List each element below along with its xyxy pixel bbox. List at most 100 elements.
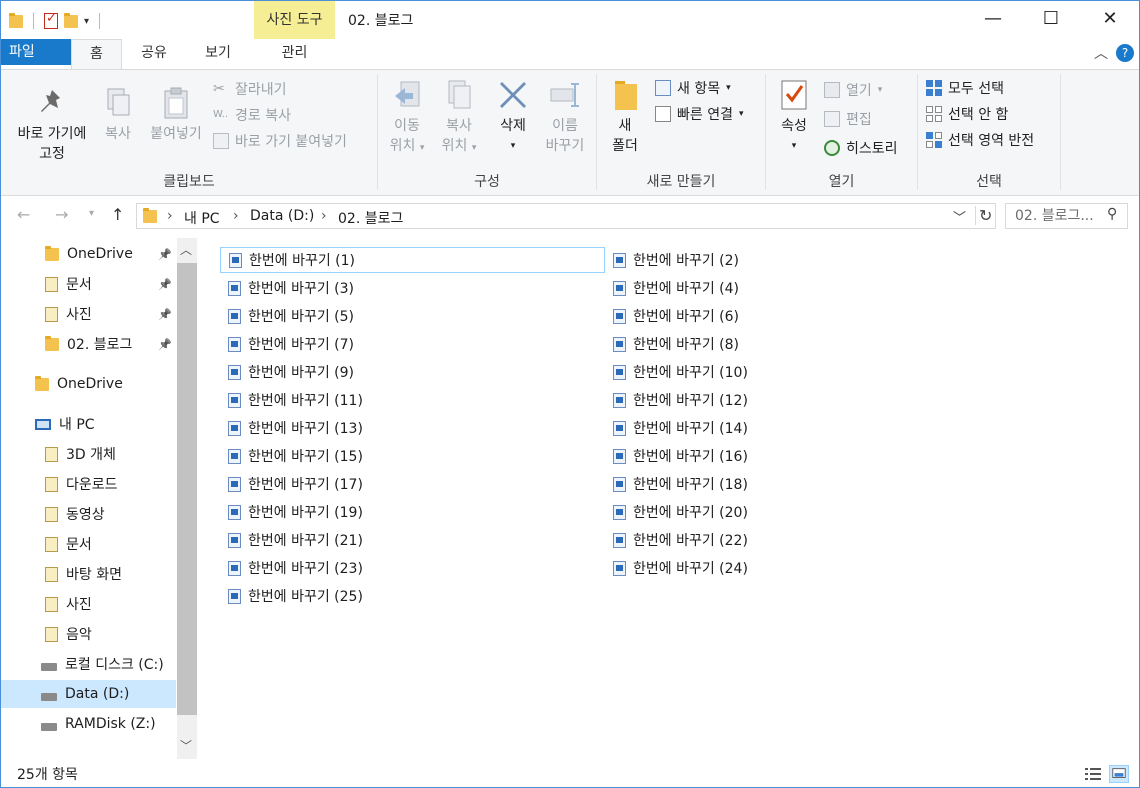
file-item[interactable]: 한번에 바꾸기 (23): [220, 555, 605, 581]
breadcrumb-separator-icon[interactable]: ›: [167, 208, 173, 224]
breadcrumb-data-drive[interactable]: Data (D:): [250, 208, 314, 224]
file-item[interactable]: 한번에 바꾸기 (16): [605, 443, 905, 469]
breadcrumb-separator-icon[interactable]: ›: [321, 208, 327, 224]
pin-icon[interactable]: 📌: [158, 278, 172, 291]
back-arrow-icon[interactable]: ←: [17, 205, 30, 224]
file-item[interactable]: 한번에 바꾸기 (21): [220, 527, 605, 553]
navpane-item[interactable]: OneDrive: [1, 370, 176, 398]
copy-path-button[interactable]: W.. 경로 복사: [213, 105, 291, 125]
breadcrumb-separator-icon[interactable]: ›: [233, 208, 239, 224]
navpane-item[interactable]: 사진: [1, 590, 176, 618]
help-icon[interactable]: ?: [1116, 44, 1134, 62]
tab-view[interactable]: 보기: [187, 39, 249, 69]
file-item[interactable]: 한번에 바꾸기 (11): [220, 387, 605, 413]
delete-dropdown-icon[interactable]: ▾: [490, 136, 536, 156]
rename-button[interactable]: 이름 바꾸기: [538, 78, 592, 156]
customize-qat-icon[interactable]: ▾: [84, 16, 89, 27]
up-arrow-icon[interactable]: ↑: [111, 205, 124, 224]
navpane-item[interactable]: 동영상: [1, 500, 176, 528]
file-item[interactable]: 한번에 바꾸기 (5): [220, 303, 605, 329]
new-folder-button[interactable]: 새 폴더: [603, 78, 647, 156]
pin-icon[interactable]: 📌: [158, 308, 172, 321]
navpane-item[interactable]: 02. 블로그 📌: [1, 330, 176, 358]
history-button[interactable]: 히스토리: [824, 138, 898, 158]
paste-shortcut-button[interactable]: 바로 가기 붙여넣기: [213, 131, 347, 151]
file-item[interactable]: 한번에 바꾸기 (2): [605, 247, 905, 273]
navpane-item[interactable]: 바탕 화면: [1, 560, 176, 588]
breadcrumb-this-pc[interactable]: 내 PC: [184, 208, 220, 228]
file-item[interactable]: 한번에 바꾸기 (12): [605, 387, 905, 413]
open-button[interactable]: 열기 ▾: [824, 80, 882, 100]
file-item[interactable]: 한번에 바꾸기 (10): [605, 359, 905, 385]
tab-home[interactable]: 홈: [71, 39, 122, 70]
file-item[interactable]: 한번에 바꾸기 (13): [220, 415, 605, 441]
scroll-up-icon[interactable]: ︿: [180, 241, 192, 258]
file-item[interactable]: 한번에 바꾸기 (19): [220, 499, 605, 525]
copy-to-button[interactable]: 복사 위치 ▾: [434, 78, 484, 158]
select-none-button[interactable]: 선택 안 함: [926, 104, 1008, 124]
search-box[interactable]: ⚲: [1005, 203, 1128, 229]
navpane-item[interactable]: 문서 📌: [1, 270, 176, 298]
file-item[interactable]: 한번에 바꾸기 (17): [220, 471, 605, 497]
file-item[interactable]: 한번에 바꾸기 (4): [605, 275, 905, 301]
navpane-item[interactable]: 3D 개체: [1, 440, 176, 468]
select-all-button[interactable]: 모두 선택: [926, 78, 1004, 98]
file-item[interactable]: 한번에 바꾸기 (3): [220, 275, 605, 301]
refresh-icon[interactable]: ↻: [975, 206, 992, 225]
file-item[interactable]: 한번에 바꾸기 (9): [220, 359, 605, 385]
properties-button[interactable]: 속성 ▾: [772, 78, 816, 156]
copy-button[interactable]: 복사: [97, 86, 139, 144]
close-button[interactable]: ✕: [1081, 1, 1139, 39]
collapse-ribbon-icon[interactable]: ︿: [1094, 43, 1108, 63]
new-item-button[interactable]: 새 항목 ▾: [655, 78, 731, 98]
navpane-item[interactable]: 음악: [1, 620, 176, 648]
file-item[interactable]: 한번에 바꾸기 (7): [220, 331, 605, 357]
file-item[interactable]: 한번에 바꾸기 (20): [605, 499, 905, 525]
tab-manage[interactable]: 관리: [254, 39, 335, 69]
paste-button[interactable]: 붙여넣기: [143, 86, 209, 144]
invert-selection-button[interactable]: 선택 영역 반전: [926, 130, 1034, 150]
file-item[interactable]: 한번에 바꾸기 (8): [605, 331, 905, 357]
large-icons-view-icon[interactable]: [1109, 765, 1129, 783]
easy-access-button[interactable]: 빠른 연결 ▾: [655, 104, 744, 124]
cut-button[interactable]: ✂ 잘라내기: [213, 79, 287, 99]
navpane-item[interactable]: 다운로드: [1, 470, 176, 498]
address-bar[interactable]: › 내 PC › Data (D:) › 02. 블로그 ﹀ ↻: [136, 203, 996, 229]
edit-button[interactable]: 편집: [824, 109, 872, 129]
navpane-item[interactable]: RAMDisk (Z:): [1, 710, 176, 738]
properties-dropdown-icon[interactable]: ▾: [772, 136, 816, 156]
move-to-button[interactable]: 이동 위치 ▾: [382, 78, 432, 158]
tab-share[interactable]: 공유: [125, 39, 183, 69]
properties-quick-icon[interactable]: [44, 11, 58, 29]
details-view-icon[interactable]: [1083, 765, 1103, 783]
file-item[interactable]: 한번에 바꾸기 (24): [605, 555, 905, 581]
navpane-item[interactable]: OneDrive 📌: [1, 240, 176, 268]
new-folder-quick-icon[interactable]: [64, 13, 78, 29]
recent-locations-icon[interactable]: ▾: [89, 208, 94, 219]
pin-to-quick-access-button[interactable]: 바로 가기에 고정: [9, 86, 95, 164]
file-item[interactable]: 한번에 바꾸기 (25): [220, 583, 605, 609]
navpane-item[interactable]: 사진 📌: [1, 300, 176, 328]
scroll-down-icon[interactable]: ﹀: [180, 737, 192, 754]
file-item[interactable]: 한번에 바꾸기 (15): [220, 443, 605, 469]
breadcrumb-blog-folder[interactable]: 02. 블로그: [338, 208, 403, 228]
search-input[interactable]: [1015, 205, 1111, 227]
navpane-item[interactable]: 내 PC: [1, 410, 176, 438]
minimize-button[interactable]: —: [964, 1, 1022, 39]
forward-arrow-icon[interactable]: →: [55, 205, 68, 224]
navpane-item[interactable]: Data (D:): [1, 680, 176, 708]
file-item[interactable]: 한번에 바꾸기 (6): [605, 303, 905, 329]
pin-icon[interactable]: 📌: [158, 338, 172, 351]
file-item[interactable]: 한번에 바꾸기 (1): [220, 247, 605, 273]
navpane-scrollbar-thumb[interactable]: [177, 263, 197, 715]
tab-file[interactable]: 파일: [1, 39, 71, 65]
pin-icon[interactable]: 📌: [158, 248, 172, 261]
delete-button[interactable]: 삭제 ▾: [490, 78, 536, 156]
search-icon[interactable]: ⚲: [1107, 206, 1117, 222]
file-item[interactable]: 한번에 바꾸기 (18): [605, 471, 905, 497]
navpane-item[interactable]: 문서: [1, 530, 176, 558]
navpane-item[interactable]: 로컬 디스크 (C:): [1, 650, 176, 678]
file-item[interactable]: 한번에 바꾸기 (22): [605, 527, 905, 553]
address-dropdown-icon[interactable]: ﹀: [953, 207, 966, 226]
file-item[interactable]: 한번에 바꾸기 (14): [605, 415, 905, 441]
